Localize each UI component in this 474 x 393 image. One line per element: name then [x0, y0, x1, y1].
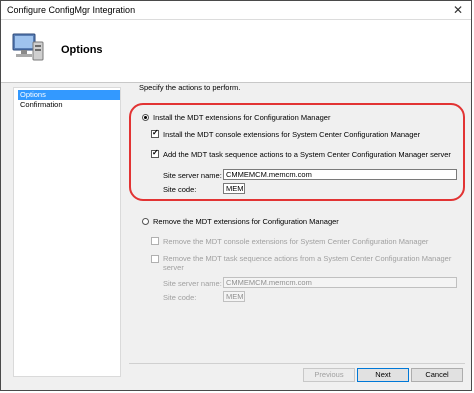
remove-console-ext-label: Remove the MDT console extensions for Sy… [163, 237, 429, 246]
title-bar: Configure ConfigMgr Integration ✕ [1, 1, 471, 20]
previous-button[interactable]: Previous [303, 368, 355, 382]
wizard-nav: Options Confirmation [13, 87, 121, 377]
remove-radio[interactable] [142, 218, 149, 225]
computer-icon [12, 33, 44, 61]
install-radio-label: Install the MDT extensions for Configura… [153, 113, 331, 122]
dialog-window: Configure ConfigMgr Integration ✕ Option… [0, 0, 472, 391]
nav-item-confirmation[interactable]: Confirmation [18, 100, 120, 110]
instruction-text: Specify the actions to perform. [139, 83, 241, 92]
remove-site-code-label: Site code: [163, 293, 197, 302]
remove-site-server-input[interactable]: CMMEMCM.memcm.com [223, 277, 457, 288]
close-icon[interactable]: ✕ [453, 3, 463, 17]
remove-console-ext-checkbox[interactable] [151, 237, 159, 245]
install-site-code-input[interactable]: MEM [223, 183, 245, 194]
install-site-server-input[interactable]: CMMEMCM.memcm.com [223, 169, 457, 180]
remove-radio-label: Remove the MDT extensions for Configurat… [153, 217, 339, 226]
cancel-button[interactable]: Cancel [411, 368, 463, 382]
remove-task-seq-label-line2: server [163, 263, 184, 272]
page-title: Options [61, 44, 103, 56]
remove-task-seq-checkbox[interactable] [151, 255, 159, 263]
nav-item-options[interactable]: Options [18, 90, 120, 100]
remove-task-seq-label-line1: Remove the MDT task sequence actions fro… [163, 254, 452, 263]
page-header: Options [1, 20, 471, 83]
install-task-seq-label: Add the MDT task sequence actions to a S… [163, 150, 451, 159]
window-title: Configure ConfigMgr Integration [7, 5, 136, 15]
footer-divider [129, 363, 465, 364]
install-console-ext-checkbox[interactable] [151, 128, 159, 138]
remove-site-code-input[interactable]: MEM [223, 291, 245, 302]
install-console-ext-label: Install the MDT console extensions for S… [163, 130, 421, 139]
remove-site-server-label: Site server name: [163, 279, 222, 288]
install-site-server-label: Site server name: [163, 171, 222, 180]
install-radio[interactable] [142, 114, 149, 121]
install-task-seq-checkbox[interactable] [151, 148, 159, 158]
next-button[interactable]: Next [357, 368, 409, 382]
install-site-code-label: Site code: [163, 185, 197, 194]
